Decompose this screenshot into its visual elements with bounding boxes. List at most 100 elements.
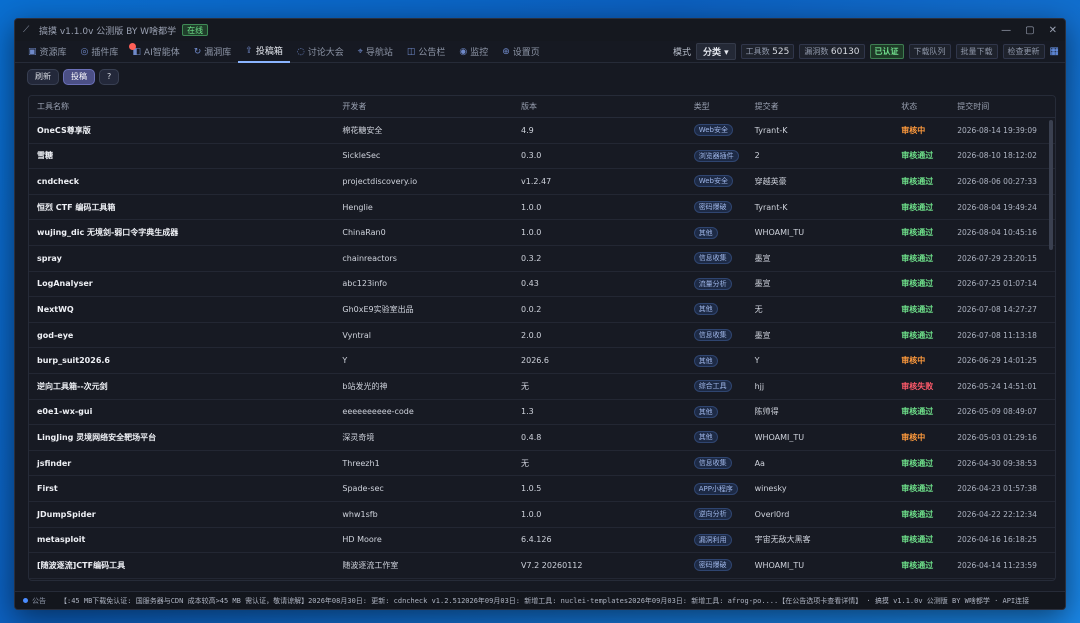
type-cell: 其他 (686, 354, 747, 367)
table-row[interactable]: [随波逐流]CTF编码工具 随波逐流工作室 V7.2 20260112 密码爆破 WHO… (29, 553, 1055, 579)
tab-monitor[interactable]: ◉ 监控 (452, 41, 495, 63)
status-badge: 审核通过 (901, 202, 934, 212)
table-body: OneCS尊享版 棉花糖安全 4.9 Web安全 Tyrant-K 审核中 2026-08-… (29, 118, 1055, 579)
submitter-cell: WHOAMI_TU (754, 228, 805, 238)
tab-plugins[interactable]: ◎ 插件库 (74, 41, 126, 63)
table-row[interactable]: cndcheck projectdiscovery.io v1.2.47 Web安全 穿… (29, 169, 1055, 195)
submitter-cell: 墨宣 (754, 279, 771, 289)
status-cell: 审核通过 (893, 176, 949, 187)
type-tag: Web安全 (693, 124, 733, 137)
status-badge: 审核通过 (901, 253, 934, 263)
table-row[interactable]: 逆向工具箱--次元剑 b站发光的神 无 综合工具 hjj 审核失败 2026-05-24 1… (29, 374, 1055, 400)
type-tag: 密码爆破 (693, 201, 732, 214)
submit-time-cell: 2026-07-08 14:27:27 (957, 304, 1037, 314)
table-scrollbar[interactable] (1049, 120, 1053, 250)
col-header-status[interactable]: 状态 (893, 101, 949, 112)
submit-time-cell: 2026-07-08 11:13:18 (957, 330, 1037, 340)
submitter-cell: Aa (754, 458, 765, 468)
table-row[interactable]: metasploit HD Moore 6.4.126 漏洞利用 宇宙无敌大黑客 审核通过… (29, 528, 1055, 554)
tab-announcements[interactable]: ◫ 公告栏 (400, 41, 453, 63)
col-header-time[interactable]: 提交时间 (949, 101, 1055, 112)
status-dot-icon (23, 598, 28, 603)
table-row[interactable]: NextWQ Gh0xE9实验室出品 0.0.2 其他 无 审核通过 2026-07-08 … (29, 297, 1055, 323)
toolbar: 刷新 投稿 ? (15, 63, 1065, 91)
type-cell: 信息收集 (686, 252, 747, 265)
settings-icon: ⊕ (502, 46, 510, 57)
submitter-cell: Tyrant-K (754, 202, 788, 212)
tab-resources[interactable]: ▣ 资源库 (21, 41, 74, 63)
type-cell: 密码爆破 (686, 201, 747, 214)
window-title: 搞摸 v1.1.0v 公测版 BY W啥都学 (39, 26, 177, 37)
status-badge: 审核中 (901, 125, 926, 135)
check-update-button[interactable]: 检查更新 (1002, 44, 1045, 59)
mode-select[interactable]: 分类 ▾ (695, 43, 736, 60)
table-row[interactable]: e0e1-wx-gui eeeeeeeeee-code 1.3 其他 陈帅得 审核通过 20… (29, 400, 1055, 426)
submission-icon: ⇪ (245, 45, 253, 56)
col-header-name[interactable]: 工具名称 (29, 101, 334, 112)
submitter-cell: 墨宣 (754, 330, 771, 340)
tool-count-label: 工具数 (745, 47, 770, 56)
tab-settings[interactable]: ⊕ 设置页 (495, 41, 547, 63)
tab-vuln-library[interactable]: ↻ 漏洞库 (187, 41, 239, 63)
minimize-button[interactable]: — (1001, 25, 1011, 36)
type-cell: Web安全 (686, 175, 747, 188)
submit-time-cell: 2026-06-29 14:01:25 (957, 356, 1037, 366)
type-tag: 其他 (693, 303, 718, 316)
tab-submission-box[interactable]: ⇪ 投稿箱 (238, 41, 290, 63)
type-cell: 流量分析 (686, 277, 747, 290)
table-row[interactable]: 恒烈 CTF 编码工具箱 Henglie 1.0.0 密码爆破 Tyrant-K 审核通过… (29, 195, 1055, 221)
submit-time-cell: 2026-08-04 19:49:24 (957, 202, 1037, 212)
version-cell: 0.0.2 (521, 304, 542, 314)
col-header-version[interactable]: 版本 (513, 101, 686, 112)
tool-name-cell: 雪糖 (37, 151, 53, 161)
batch-download-button[interactable]: 批量下载 (955, 44, 998, 59)
tool-name-cell: LogAnalyser (37, 279, 93, 289)
status-cell: 审核通过 (893, 330, 949, 341)
tool-name-cell: OneCS尊享版 (37, 125, 91, 135)
vuln-library-icon: ↻ (193, 46, 202, 57)
col-header-developer[interactable]: 开发者 (334, 101, 513, 112)
developer-cell: 棉花糖安全 (342, 125, 383, 135)
status-cell: 审核中 (893, 125, 949, 136)
type-tag: 其他 (693, 405, 718, 418)
refresh-button[interactable]: 刷新 (27, 69, 59, 85)
status-badge: 审核通过 (901, 176, 934, 186)
table-row[interactable]: 雪糖 SickleSec 0.3.0 浏览器插件 2 审核通过 2026-08-10 18:… (29, 144, 1055, 170)
tab-ai-agent[interactable]: ◧ AI智能体 (125, 41, 186, 63)
status-cell: 审核通过 (893, 304, 949, 315)
version-cell: 0.3.2 (521, 253, 542, 263)
download-queue-button[interactable]: 下载队列 (908, 44, 951, 59)
submit-time-cell: 2026-05-24 14:51:01 (957, 381, 1037, 391)
table-row[interactable]: First Spade-sec 1.0.5 APP小程序 winesky 审核通过 2026… (29, 476, 1055, 502)
type-tag: 漏洞利用 (693, 533, 732, 546)
verified-badge[interactable]: 已认证 (869, 44, 904, 59)
developer-cell: abc123info (342, 279, 388, 289)
announcement-label: 公告 (32, 596, 46, 605)
col-header-type[interactable]: 类型 (686, 101, 747, 112)
table-row[interactable]: wujing_dic 无境剑-弱口令字典生成器 ChinaRan0 1.0.0 其他 W… (29, 220, 1055, 246)
help-button[interactable]: ? (99, 69, 120, 85)
developer-cell: Gh0xE9实验室出品 (342, 304, 414, 314)
grid-view-icon[interactable]: ▦ (1050, 46, 1059, 57)
table-row[interactable]: LingJing 灵境网络安全靶场平台 深灵奇境 0.4.8 其他 WHOAMI_TU 审… (29, 425, 1055, 451)
table-row[interactable]: burp_suit2026.6 Y 2026.6 其他 Y 审核中 2026-06-29 1… (29, 348, 1055, 374)
type-cell: 密码爆破 (686, 559, 747, 572)
type-tag: 综合工具 (693, 380, 732, 393)
table-row[interactable]: JDumpSpider whw1sfb 1.0.0 逆向分析 Overl0rd 审核通过 2… (29, 502, 1055, 528)
tab-discussion[interactable]: ◌ 讨论大会 (290, 41, 351, 63)
table-row[interactable]: jsfinder Threezh1 无 信息收集 Aa 审核通过 2026-04-30 09… (29, 451, 1055, 477)
table-row[interactable]: LogAnalyser abc123info 0.43 流量分析 墨宣 审核通过 2026-… (29, 272, 1055, 298)
tab-navigation[interactable]: ⌖ 导航站 (351, 41, 400, 63)
submitter-cell: 宇宙无敌大黑客 (754, 535, 811, 545)
status-cell: 审核通过 (893, 560, 949, 571)
maximize-button[interactable]: ▢ (1025, 25, 1034, 36)
close-button[interactable]: ✕ (1049, 25, 1057, 36)
table-row[interactable]: spray chainreactors 0.3.2 信息收集 墨宣 审核通过 2026-07… (29, 246, 1055, 272)
table-row[interactable]: god-eye Vyntral 2.0.0 信息收集 墨宣 审核通过 2026-07-08 … (29, 323, 1055, 349)
status-badge: 审核通过 (901, 535, 934, 545)
table-row[interactable]: OneCS尊享版 棉花糖安全 4.9 Web安全 Tyrant-K 审核中 2026-08-… (29, 118, 1055, 144)
submitter-cell: Y (754, 356, 760, 366)
submit-button[interactable]: 投稿 (63, 69, 95, 85)
col-header-submitter[interactable]: 提交者 (747, 101, 894, 112)
type-cell: APP小程序 (686, 482, 747, 495)
